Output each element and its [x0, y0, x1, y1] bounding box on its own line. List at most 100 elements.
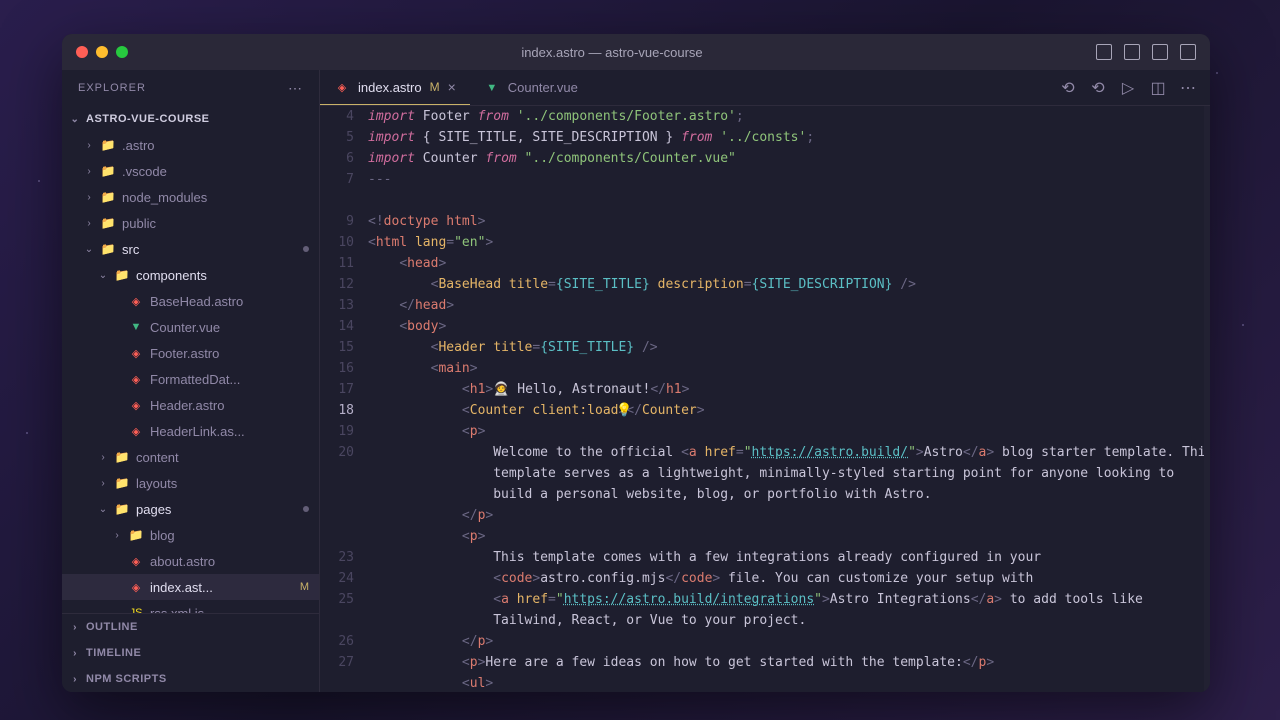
- tab-label: index.astro: [358, 80, 422, 95]
- file-label: FormattedDat...: [150, 372, 240, 387]
- chevron-right-icon: ›: [70, 648, 80, 659]
- tab-index.astro[interactable]: ◈index.astroM×: [320, 70, 470, 105]
- folder-node_modules[interactable]: ›📁node_modules: [62, 184, 319, 210]
- chevron-right-icon: ›: [70, 622, 80, 633]
- file-label: BaseHead.astro: [150, 294, 243, 309]
- file-index.ast...[interactable]: ◈index.ast...M: [62, 574, 319, 600]
- git-compare-icon[interactable]: ⟲: [1060, 80, 1076, 96]
- close-window-button[interactable]: [76, 46, 88, 58]
- file-tree: ›📁.astro›📁.vscode›📁node_modules›📁public⌄…: [62, 132, 319, 613]
- sidebar-footer: ›OUTLINE›TIMELINE›NPM SCRIPTS: [62, 613, 319, 692]
- file-HeaderLink.as...[interactable]: ◈ HeaderLink.as...: [62, 418, 319, 444]
- folder-icon: 📁: [100, 242, 116, 256]
- folder-.vscode[interactable]: ›📁.vscode: [62, 158, 319, 184]
- explorer-label: EXPLORER: [78, 82, 146, 94]
- folder-icon: 📁: [100, 190, 116, 204]
- file-label: public: [122, 216, 156, 231]
- file-label: .astro: [122, 138, 155, 153]
- file-label: src: [122, 242, 139, 257]
- layout-customize-icon[interactable]: [1180, 44, 1196, 60]
- file-about.astro[interactable]: ◈ about.astro: [62, 548, 319, 574]
- astro-icon: ◈: [128, 553, 144, 569]
- folder-blog[interactable]: ›📁blog: [62, 522, 319, 548]
- file-label: Counter.vue: [150, 320, 220, 335]
- panel-timeline[interactable]: ›TIMELINE: [62, 640, 319, 666]
- astro-icon: ◈: [128, 579, 144, 595]
- scrollbar[interactable]: [1204, 106, 1210, 692]
- folder-pages[interactable]: ⌄📁pages: [62, 496, 319, 522]
- folder-public[interactable]: ›📁public: [62, 210, 319, 236]
- file-BaseHead.astro[interactable]: ◈ BaseHead.astro: [62, 288, 319, 314]
- tab-label: Counter.vue: [508, 80, 578, 95]
- folder-icon: 📁: [114, 268, 130, 282]
- layout-sidebar-right-icon[interactable]: [1152, 44, 1168, 60]
- file-label: .vscode: [122, 164, 167, 179]
- folder-icon: 📁: [100, 164, 116, 178]
- modified-badge: M: [300, 581, 309, 593]
- file-label: content: [136, 450, 179, 465]
- modified-dot: [303, 246, 309, 252]
- file-label: rss.xml.js: [150, 606, 204, 614]
- astro-icon: ◈: [128, 293, 144, 309]
- project-folder-header[interactable]: ⌄ ASTRO-VUE-COURSE: [62, 106, 319, 132]
- close-tab-icon[interactable]: ×: [448, 79, 456, 95]
- file-label: Footer.astro: [150, 346, 219, 361]
- file-Footer.astro[interactable]: ◈ Footer.astro: [62, 340, 319, 366]
- titlebar: index.astro — astro-vue-course: [62, 34, 1210, 70]
- file-label: HeaderLink.as...: [150, 424, 245, 439]
- astro-icon: ◈: [128, 345, 144, 361]
- folder-layouts[interactable]: ›📁layouts: [62, 470, 319, 496]
- file-label: layouts: [136, 476, 177, 491]
- file-Counter.vue[interactable]: ▼ Counter.vue: [62, 314, 319, 340]
- zoom-window-button[interactable]: [116, 46, 128, 58]
- chevron-down-icon: ⌄: [70, 114, 80, 125]
- folder-content[interactable]: ›📁content: [62, 444, 319, 470]
- split-icon[interactable]: ◫: [1150, 80, 1166, 96]
- chevron-right-icon: ›: [70, 674, 80, 685]
- folder-icon: 📁: [100, 138, 116, 152]
- astro-icon: ◈: [334, 79, 350, 95]
- sidebar: EXPLORER ⋯ ⌄ ASTRO-VUE-COURSE ›📁.astro›📁…: [62, 70, 320, 692]
- file-Header.astro[interactable]: ◈ Header.astro: [62, 392, 319, 418]
- minimize-window-button[interactable]: [96, 46, 108, 58]
- folder-.astro[interactable]: ›📁.astro: [62, 132, 319, 158]
- line-gutter: 4567910111213141516171819202324252627293…: [320, 106, 368, 692]
- astro-icon: ◈: [128, 423, 144, 439]
- file-label: components: [136, 268, 207, 283]
- file-label: about.astro: [150, 554, 215, 569]
- folder-icon: 📁: [114, 476, 130, 490]
- folder-components[interactable]: ⌄📁components: [62, 262, 319, 288]
- layout-sidebar-left-icon[interactable]: [1096, 44, 1112, 60]
- explorer-menu-icon[interactable]: ⋯: [288, 80, 303, 97]
- window-title: index.astro — astro-vue-course: [128, 45, 1096, 60]
- modified-dot: [303, 506, 309, 512]
- tab-Counter.vue[interactable]: ▼Counter.vue: [470, 70, 592, 105]
- traffic-lights: [76, 46, 128, 58]
- layout-panel-icon[interactable]: [1124, 44, 1140, 60]
- explorer-header: EXPLORER ⋯: [62, 70, 319, 106]
- folder-src[interactable]: ⌄📁src: [62, 236, 319, 262]
- lightbulb-icon[interactable]: 💡: [616, 400, 632, 421]
- file-FormattedDat...[interactable]: ◈ FormattedDat...: [62, 366, 319, 392]
- astro-icon: ◈: [128, 397, 144, 413]
- file-label: pages: [136, 502, 171, 517]
- more-icon[interactable]: ⋯: [1180, 80, 1196, 96]
- panel-outline[interactable]: ›OUTLINE: [62, 614, 319, 640]
- file-label: Header.astro: [150, 398, 224, 413]
- editor-window: index.astro — astro-vue-course EXPLORER …: [62, 34, 1210, 692]
- folder-icon: 📁: [114, 502, 130, 516]
- editor-area[interactable]: 4567910111213141516171819202324252627293…: [320, 106, 1210, 692]
- panel-npm-scripts[interactable]: ›NPM SCRIPTS: [62, 666, 319, 692]
- folder-icon: 📁: [100, 216, 116, 230]
- file-label: node_modules: [122, 190, 207, 205]
- code-content[interactable]: import Footer from '../components/Footer…: [368, 106, 1204, 692]
- project-name: ASTRO-VUE-COURSE: [86, 113, 210, 125]
- timeline-icon[interactable]: ⟲: [1090, 80, 1106, 96]
- run-icon[interactable]: ▷: [1120, 80, 1136, 96]
- js-icon: JS: [128, 605, 144, 613]
- file-rss.xml.js[interactable]: JS rss.xml.js: [62, 600, 319, 613]
- folder-icon: 📁: [114, 450, 130, 464]
- vue-icon: ▼: [128, 319, 144, 335]
- astro-icon: ◈: [128, 371, 144, 387]
- file-label: blog: [150, 528, 175, 543]
